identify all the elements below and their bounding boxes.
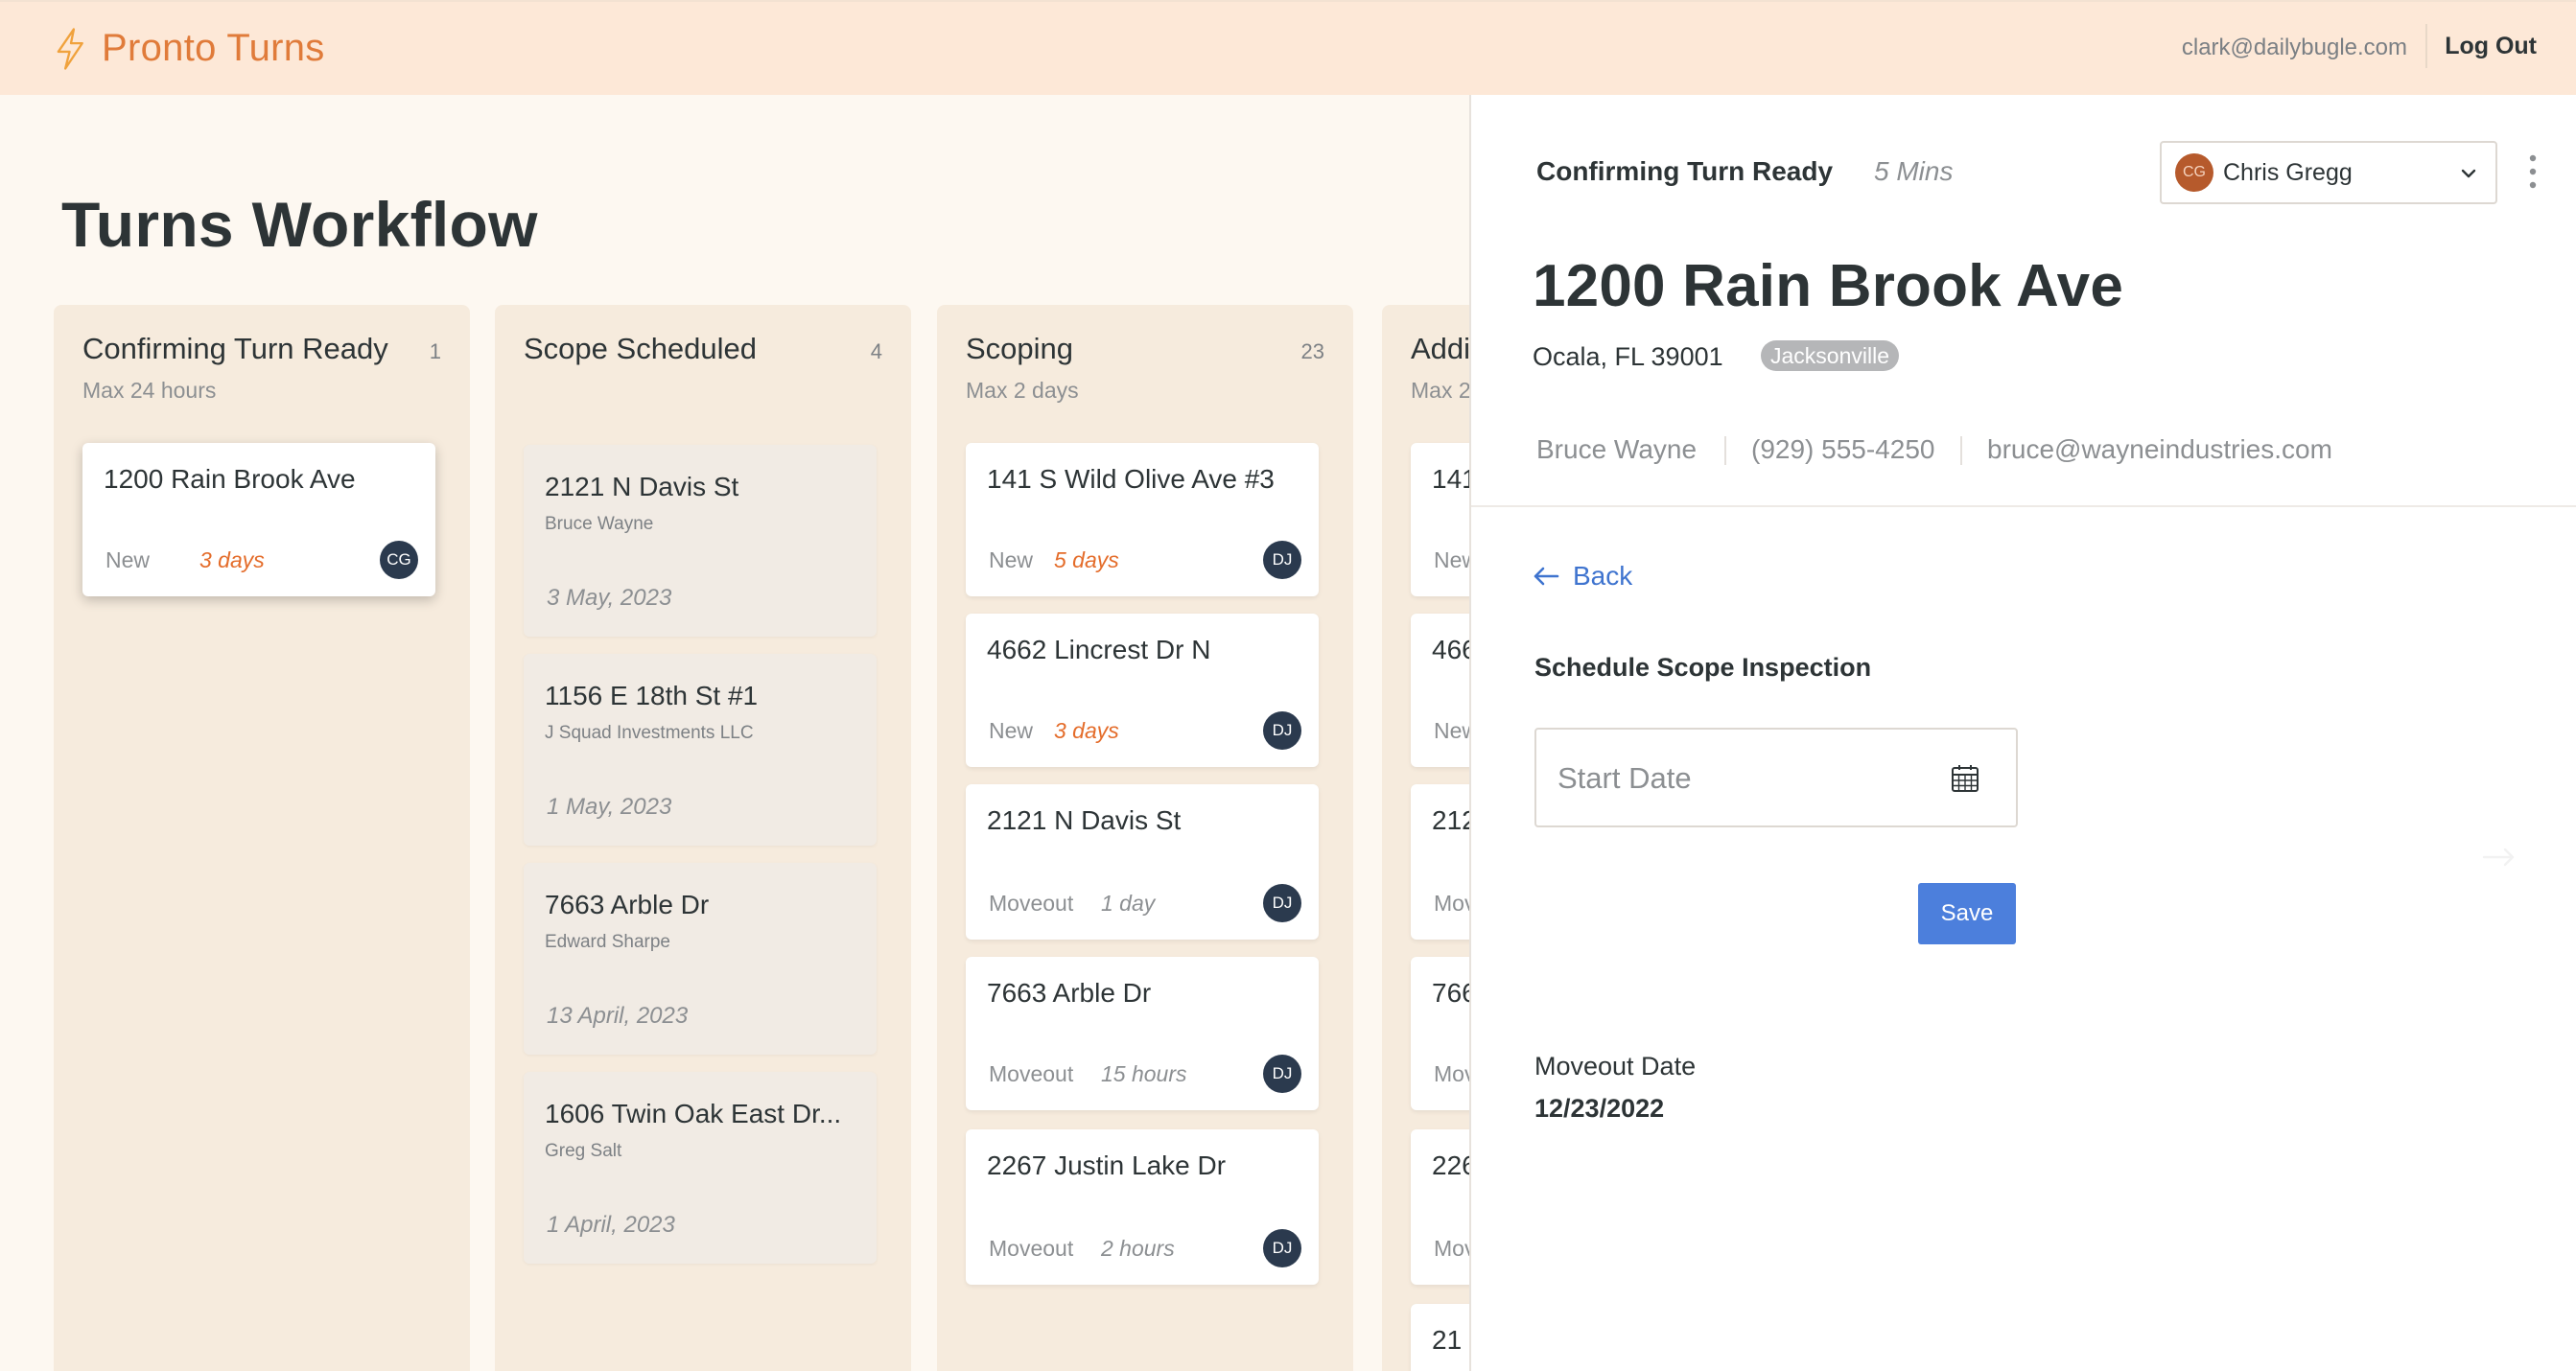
section-title: Schedule Scope Inspection — [1534, 653, 1872, 682]
property-city-state-zip: Ocala, FL 39001 — [1533, 342, 1723, 371]
card-owner: Edward Sharpe — [545, 932, 670, 952]
turn-card[interactable]: 7663 Arble Dr Edward Sharpe 13 April, 20… — [524, 863, 877, 1055]
app-name: Pronto Turns — [102, 27, 325, 69]
column-count: 1 — [429, 339, 441, 363]
card-age: 3 days — [199, 547, 265, 572]
card-date: 13 April, 2023 — [547, 1003, 689, 1029]
card-address: 4662 Lincrest Dr N — [987, 635, 1211, 664]
assignee-avatar: DJ — [1263, 1229, 1301, 1267]
turn-card[interactable]: 2121 N Davis St Bruce Wayne 3 May, 2023 — [524, 445, 877, 637]
assignee-dropdown[interactable]: CG Chris Gregg — [2160, 141, 2497, 204]
turn-card[interactable]: 1606 Twin Oak East Dr... Greg Salt 1 Apr… — [524, 1072, 877, 1264]
board-column-scope-scheduled: Scope Scheduled 4 2121 N Davis St Bruce … — [495, 305, 911, 1371]
turn-detail-panel: Confirming Turn Ready 5 Mins CG Chris Gr… — [1469, 95, 2576, 1371]
panel-divider — [1471, 505, 2576, 507]
card-address: 7663 Arble Dr — [987, 978, 1152, 1008]
calendar-icon[interactable] — [1951, 764, 1979, 793]
card-owner: Greg Salt — [545, 1141, 622, 1161]
card-status: Moveout — [989, 891, 1074, 916]
brand-logo[interactable]: Pronto Turns — [54, 27, 325, 70]
turn-card[interactable]: 2267 Justin Lake Dr Moveout 2 hours DJ — [966, 1129, 1319, 1285]
card-address: 2121 N Davis St — [987, 805, 1182, 835]
header-divider — [2425, 24, 2427, 68]
assignee-name: Chris Gregg — [2223, 158, 2353, 186]
card-date: 1 May, 2023 — [547, 794, 672, 820]
card-age: 1 day — [1101, 891, 1156, 916]
card-status: New — [989, 718, 1034, 743]
arrow-right-icon — [2482, 848, 2515, 867]
panel-stage-name: Confirming Turn Ready — [1536, 156, 1834, 186]
card-status: New — [989, 547, 1034, 572]
card-status: New — [105, 547, 151, 572]
column-title: Confirming Turn Ready — [82, 332, 388, 365]
column-title: Scope Scheduled — [524, 332, 758, 365]
panel-elapsed-time: 5 Mins — [1874, 156, 1954, 186]
card-address: 1200 Rain Brook Ave — [104, 464, 356, 494]
card-status: Moveout — [989, 1236, 1074, 1261]
turn-card[interactable]: 4662 Lincrest Dr N New 3 days DJ — [966, 614, 1319, 767]
moveout-date-value: 12/23/2022 — [1534, 1094, 1665, 1123]
assignee-avatar: DJ — [1263, 541, 1301, 579]
turn-card[interactable]: 1156 E 18th St #1 J Squad Investments LL… — [524, 654, 877, 846]
card-address: 7663 Arble Dr — [545, 890, 710, 919]
more-options-icon[interactable] — [2526, 152, 2540, 191]
market-badge: Jacksonville — [1761, 340, 1899, 371]
column-sla: Max 2 days — [966, 378, 1079, 403]
column-title: Addi — [1411, 332, 1471, 365]
card-owner: J Squad Investments LLC — [545, 723, 754, 743]
start-date-input[interactable]: Start Date — [1534, 728, 2018, 827]
turn-card[interactable]: 141 S Wild Olive Ave #3 New 5 days DJ — [966, 443, 1319, 596]
column-count: 4 — [870, 339, 882, 363]
assignee-avatar: DJ — [1263, 884, 1301, 922]
column-sla: Max 24 hours — [82, 378, 217, 403]
owner-email[interactable]: bruce@wayneindustries.com — [1987, 434, 2332, 465]
arrow-left-icon — [1534, 567, 1559, 586]
save-button[interactable]: Save — [1918, 883, 2016, 944]
card-status: Moveout — [989, 1061, 1074, 1086]
card-address: 1606 Twin Oak East Dr... — [545, 1099, 842, 1128]
property-address: 1200 Rain Brook Ave — [1533, 253, 2124, 319]
assignee-avatar: DJ — [1263, 711, 1301, 750]
back-link[interactable]: Back — [1533, 561, 1632, 592]
card-owner: Bruce Wayne — [545, 514, 654, 534]
column-count: 23 — [1300, 339, 1324, 363]
top-navigation-bar: Pronto Turns clark@dailybugle.com Log Ou… — [0, 0, 2576, 95]
card-date: 1 April, 2023 — [547, 1212, 675, 1238]
assignee-avatar: CG — [380, 541, 418, 579]
owner-phone[interactable]: (929) 555-4250 — [1751, 434, 1934, 465]
card-address: 2267 Justin Lake Dr — [987, 1150, 1227, 1180]
card-date: 3 May, 2023 — [547, 585, 672, 611]
card-age: 5 days — [1054, 547, 1119, 572]
column-title: Scoping — [966, 332, 1074, 365]
turn-card[interactable]: 1200 Rain Brook Ave New 3 days CG — [82, 443, 435, 596]
column-sla: Max 2 — [1411, 378, 1471, 403]
user-email: clark@dailybugle.com — [2181, 35, 2407, 60]
board-column-confirming-turn-ready: Confirming Turn Ready 1 Max 24 hours 120… — [54, 305, 470, 1371]
owner-name: Bruce Wayne — [1536, 434, 1698, 464]
card-age: 2 hours — [1101, 1236, 1175, 1261]
assignee-avatar: CG — [2175, 153, 2213, 192]
card-address: 141 S Wild Olive Ave #3 — [987, 464, 1275, 494]
board-column-scoping: Scoping 23 Max 2 days 141 S Wild Olive A… — [937, 305, 1353, 1371]
card-address: 2121 N Davis St — [545, 472, 739, 501]
assignee-avatar: DJ — [1263, 1055, 1301, 1093]
turn-card[interactable]: 7663 Arble Dr Moveout 15 hours DJ — [966, 957, 1319, 1110]
back-label: Back — [1573, 561, 1633, 591]
contact-divider — [1960, 436, 1962, 465]
card-address: 1156 E 18th St #1 — [545, 681, 759, 710]
card-age: 3 days — [1054, 718, 1119, 743]
contact-divider — [1724, 436, 1726, 465]
start-date-placeholder: Start Date — [1557, 761, 1692, 795]
turn-card[interactable]: 2121 N Davis St Moveout 1 day DJ — [966, 784, 1319, 940]
chevron-down-icon — [2461, 169, 2476, 178]
logout-button[interactable]: Log Out — [2445, 33, 2537, 60]
lightning-bolt-icon — [57, 27, 83, 70]
page-title: Turns Workflow — [61, 189, 538, 260]
moveout-date-label: Moveout Date — [1534, 1052, 1697, 1081]
card-age: 15 hours — [1101, 1061, 1187, 1086]
